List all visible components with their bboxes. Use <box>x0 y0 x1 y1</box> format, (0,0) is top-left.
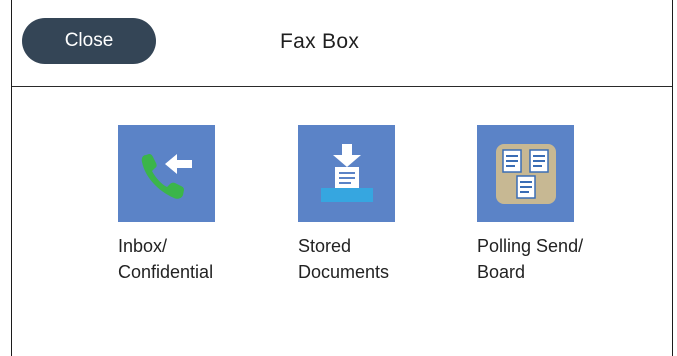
header-bar: Close Fax Box <box>12 0 672 87</box>
stored-documents-tile-label: Stored Documents <box>298 236 390 282</box>
page-title: Fax Box <box>280 30 360 53</box>
fax-box-panel: Close Fax Box Inbox/ Confidential Stored… <box>11 0 673 356</box>
polling-send-board-tile-label: Polling Send/ Board <box>477 236 584 282</box>
inbox-icon-box <box>118 125 215 222</box>
close-button[interactable]: Close <box>22 18 156 64</box>
polling-send-board-tile[interactable]: Polling Send/ Board <box>477 125 617 285</box>
inbox-confidential-tile[interactable]: Inbox/ Confidential <box>118 125 258 285</box>
stored-documents-tile[interactable]: Stored Documents <box>298 125 438 285</box>
download-tray-icon <box>320 143 373 202</box>
stored-documents-icon-box <box>298 125 395 222</box>
documents-board-icon <box>495 143 556 204</box>
polling-icon-box <box>477 125 574 222</box>
phone-incoming-icon <box>141 153 192 199</box>
inbox-tile-label: Inbox/ Confidential <box>118 236 214 282</box>
